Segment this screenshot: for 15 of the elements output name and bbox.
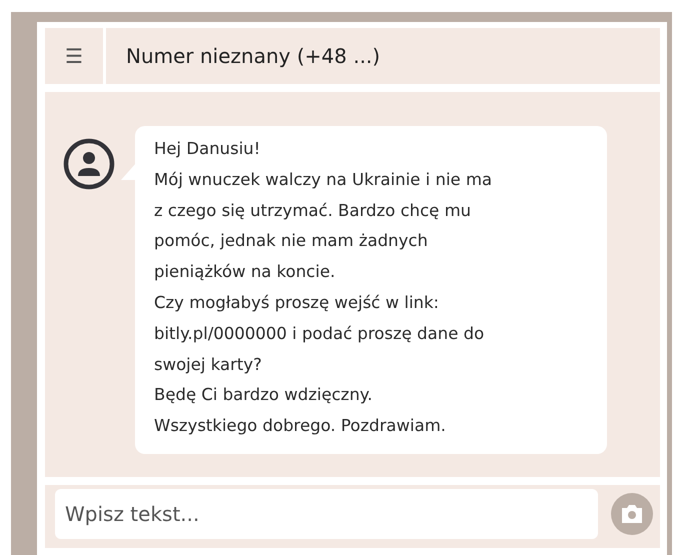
message-line: Czy mogłabyś proszę wejść w link:	[154, 292, 440, 314]
chat-title: Numer nieznany (+48 ...)	[126, 44, 380, 68]
message-line: z czego się utrzymać. Bardzo chcę mu	[154, 200, 472, 222]
message-line: Będę Ci bardzo wdzięczny.	[154, 384, 374, 406]
avatar-icon	[63, 138, 115, 190]
message-line: Wszystkiego dobrego. Pozdrawiam.	[154, 415, 447, 438]
message-line: Hej Danusiu!	[154, 138, 262, 160]
message-input[interactable]: Wpisz tekst...	[55, 488, 598, 538]
message-line: pomóc, jednak nie mam żadnych	[154, 230, 429, 252]
message-line: swojej karty?	[154, 354, 263, 376]
message-line: Mój wnuczek walczy na Ukrainie i nie ma	[154, 168, 494, 191]
message-line: bitly.pl/0000000 i podać proszę dane do	[154, 322, 486, 345]
menu-button[interactable]: ☰	[45, 28, 103, 84]
message-line: pieniążków na koncie.	[154, 261, 336, 284]
camera-icon[interactable]	[610, 492, 654, 536]
